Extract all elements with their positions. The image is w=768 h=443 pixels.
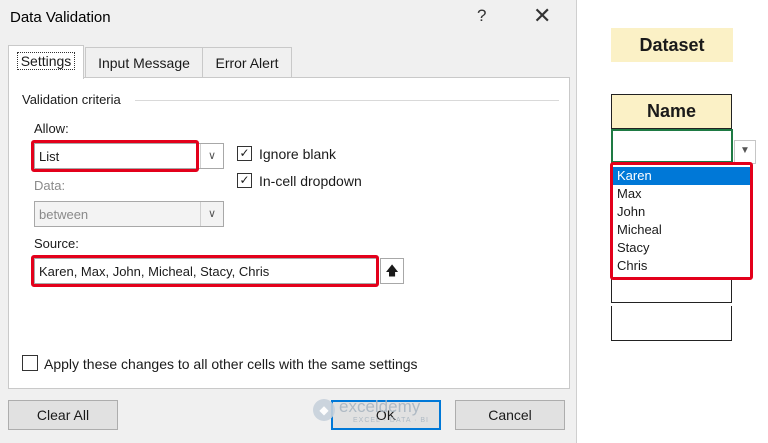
help-icon[interactable]: ?	[477, 6, 486, 26]
tab-input-message[interactable]: Input Message	[85, 47, 203, 78]
data-label: Data:	[34, 178, 66, 193]
chevron-down-icon[interactable]: ∨	[200, 144, 223, 168]
clear-all-button[interactable]: Clear All	[8, 400, 118, 430]
in-cell-dropdown-label[interactable]: In-cell dropdown	[259, 173, 362, 189]
ignore-blank-checkbox[interactable]: ✓	[237, 146, 252, 161]
watermark-name: exceldemy	[339, 397, 421, 416]
ignore-blank-label[interactable]: Ignore blank	[259, 146, 336, 162]
validation-criteria-label: Validation criteria	[22, 92, 121, 107]
source-label: Source:	[34, 236, 79, 251]
collapse-range-icon[interactable]: 🡅	[380, 258, 404, 284]
watermark-tagline: EXCEL · DATA · BI	[353, 417, 429, 424]
settings-panel	[8, 77, 570, 389]
apply-all-label[interactable]: Apply these changes to all other cells w…	[44, 356, 418, 372]
source-highlight-box	[31, 255, 379, 287]
dropdown-highlight-box	[610, 162, 753, 280]
watermark: ◆ exceldemy EXCEL · DATA · BI	[313, 397, 463, 431]
group-divider	[135, 100, 559, 101]
dialog-title: Data Validation	[10, 9, 111, 26]
chevron-down-icon: ∨	[200, 202, 223, 226]
close-icon[interactable]: ✕	[533, 3, 551, 29]
watermark-logo-icon: ◆	[313, 399, 335, 421]
cancel-button[interactable]: Cancel	[455, 400, 565, 430]
name-column-header[interactable]: Name	[611, 94, 732, 129]
allow-label: Allow:	[34, 121, 69, 136]
allow-highlight-box	[31, 140, 199, 172]
in-cell-dropdown-checkbox[interactable]: ✓	[237, 173, 252, 188]
dataset-title: Dataset	[611, 28, 733, 62]
active-cell[interactable]	[611, 129, 733, 163]
tab-settings[interactable]: Settings	[8, 45, 84, 79]
cell-dropdown-arrow-icon[interactable]: ▼	[734, 140, 756, 164]
tab-settings-label: Settings	[16, 52, 76, 70]
data-value: between	[39, 207, 89, 222]
data-select: between ∨	[34, 201, 224, 227]
tab-error-alert[interactable]: Error Alert	[202, 47, 292, 78]
apply-all-checkbox[interactable]	[22, 355, 38, 371]
table-row[interactable]	[611, 306, 732, 341]
